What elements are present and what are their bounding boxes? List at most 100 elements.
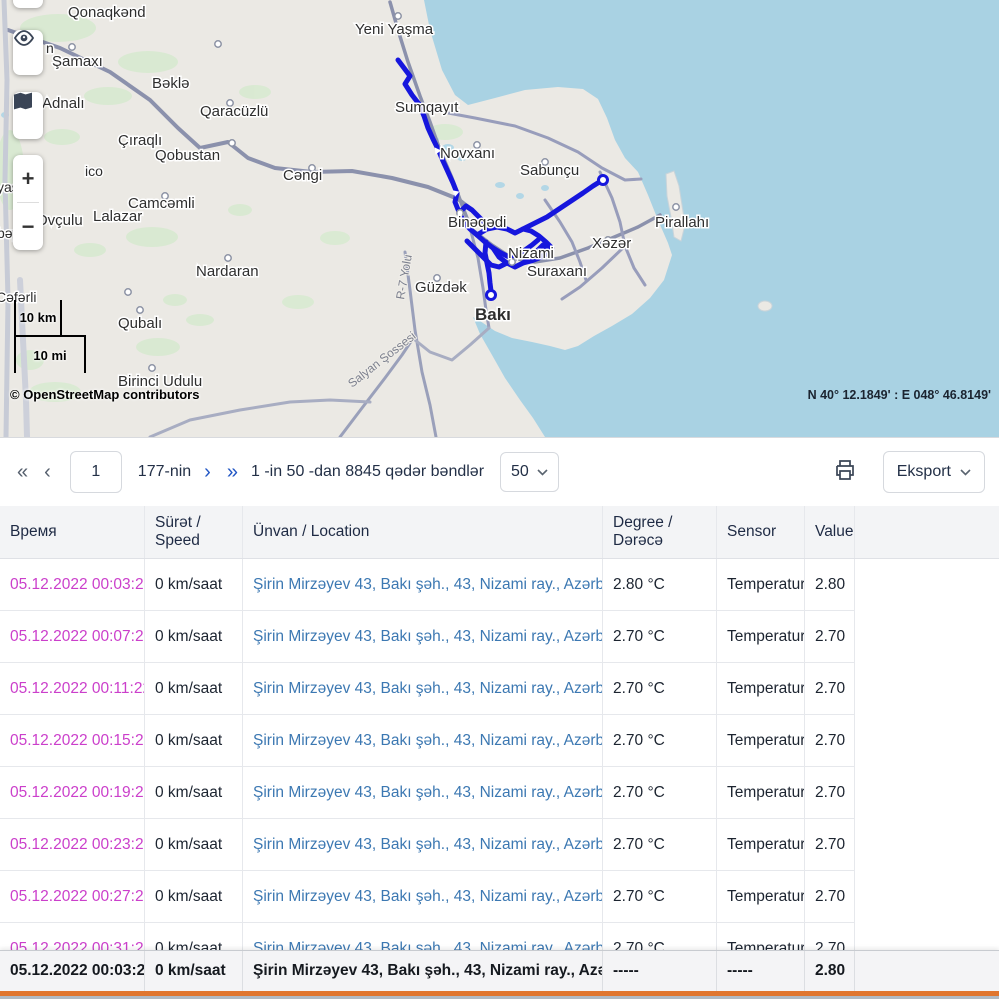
cutoff-button[interactable] <box>13 0 43 8</box>
cell-sensor: Temperatur <box>717 767 805 819</box>
cell-degree: 2.70 °C <box>603 611 717 663</box>
table-row[interactable]: 05.12.2022 00:11:220 km/saatŞirin Mirzəy… <box>0 663 999 715</box>
cell-location[interactable]: Şirin Mirzəyev 43, Bakı şəh., 43, Nizami… <box>243 871 603 923</box>
cell-location[interactable]: Şirin Mirzəyev 43, Bakı şəh., 43, Nizami… <box>243 611 603 663</box>
cell-value: 2.70 <box>805 611 855 663</box>
svg-text:Qaracüzlü: Qaracüzlü <box>200 103 268 120</box>
export-button[interactable]: Eksport <box>883 451 985 493</box>
cell-sensor: Temperatur <box>717 663 805 715</box>
print-button[interactable] <box>833 458 857 487</box>
cell-sensor: Temperatur <box>717 871 805 923</box>
cell-speed: 0 km/saat <box>145 559 243 611</box>
page-size-value: 50 <box>511 463 529 481</box>
cell-time[interactable]: 05.12.2022 00:23:24 <box>0 819 145 871</box>
cell-sensor: Temperatur <box>717 715 805 767</box>
table-body: 05.12.2022 00:03:200 km/saatŞirin Mirzəy… <box>0 559 999 975</box>
svg-text:Güzdək: Güzdək <box>415 279 467 296</box>
svg-text:Cəngi: Cəngi <box>283 167 322 184</box>
cell-time[interactable]: 05.12.2022 00:19:22 <box>0 767 145 819</box>
footer-value: 2.80 <box>805 951 855 991</box>
first-page-button[interactable]: « <box>14 461 31 484</box>
map-svg: QonaqkəndYeni YaşmaŞamaxıBəkləQaracüzlüA… <box>0 0 999 437</box>
page-size-select[interactable]: 50 <box>500 452 559 492</box>
visibility-button[interactable] <box>13 30 43 75</box>
svg-text:Xəzər: Xəzər <box>592 235 631 252</box>
footer-speed: 0 km/saat <box>145 951 243 991</box>
table-row[interactable]: 05.12.2022 00:19:220 km/saatŞirin Mirzəy… <box>0 767 999 819</box>
zoom-controls: + − <box>13 155 43 250</box>
prev-page-button[interactable]: ‹ <box>41 461 54 484</box>
footer-time: 05.12.2022 00:03:20 <box>0 951 145 991</box>
cell-value: 2.80 <box>805 559 855 611</box>
svg-text:Yeni Yaşma: Yeni Yaşma <box>355 21 434 38</box>
cell-time[interactable]: 05.12.2022 00:03:20 <box>0 559 145 611</box>
table-row[interactable]: 05.12.2022 00:27:240 km/saatŞirin Mirzəy… <box>0 871 999 923</box>
zoom-in-button[interactable]: + <box>13 155 43 202</box>
scale-bar-mi: 10 mi <box>14 335 86 373</box>
cell-sensor: Temperatur <box>717 559 805 611</box>
svg-text:Qonaqkənd: Qonaqkənd <box>68 4 146 21</box>
cell-time[interactable]: 05.12.2022 00:07:22 <box>0 611 145 663</box>
col-header-value: Value <box>805 506 855 558</box>
svg-text:Sabunçu: Sabunçu <box>520 162 579 179</box>
cell-filler <box>855 559 999 611</box>
cell-time[interactable]: 05.12.2022 00:27:24 <box>0 871 145 923</box>
cell-degree: 2.70 °C <box>603 871 717 923</box>
cell-speed: 0 km/saat <box>145 611 243 663</box>
tracking-app: QonaqkəndYeni YaşmaŞamaxıBəkləQaracüzlüA… <box>0 0 999 999</box>
cell-sensor: Temperatur <box>717 611 805 663</box>
cell-value: 2.70 <box>805 715 855 767</box>
small-island <box>758 301 772 311</box>
cell-location[interactable]: Şirin Mirzəyev 43, Bakı şəh., 43, Nizami… <box>243 559 603 611</box>
svg-text:Qobustan: Qobustan <box>155 147 220 164</box>
cell-speed: 0 km/saat <box>145 663 243 715</box>
cell-speed: 0 km/saat <box>145 767 243 819</box>
svg-text:Suraxanı: Suraxanı <box>527 263 587 280</box>
cell-sensor: Temperatur <box>717 819 805 871</box>
map-layers-button[interactable] <box>13 92 43 139</box>
cell-value: 2.70 <box>805 871 855 923</box>
table-row[interactable]: 05.12.2022 00:23:240 km/saatŞirin Mirzəy… <box>0 819 999 871</box>
cell-speed: 0 km/saat <box>145 871 243 923</box>
cell-time[interactable]: 05.12.2022 00:11:22 <box>0 663 145 715</box>
table-header: Время Sürət / Speed Ünvan / Location Deg… <box>0 506 999 559</box>
col-header-speed: Sürət / Speed <box>145 506 243 558</box>
cell-degree: 2.70 °C <box>603 715 717 767</box>
cell-location[interactable]: Şirin Mirzəyev 43, Bakı şəh., 43, Nizami… <box>243 819 603 871</box>
pinned-summary-row[interactable]: 05.12.2022 00:03:20 0 km/saat Şirin Mirz… <box>0 950 999 991</box>
table-row[interactable]: 05.12.2022 00:03:200 km/saatŞirin Mirzəy… <box>0 559 999 611</box>
records-summary: 1 -in 50 -dan 8845 qədər bəndlər <box>251 463 484 481</box>
cell-location[interactable]: Şirin Mirzəyev 43, Bakı şəh., 43, Nizami… <box>243 715 603 767</box>
zoom-out-button[interactable]: − <box>13 203 43 250</box>
cell-value: 2.70 <box>805 663 855 715</box>
cell-location[interactable]: Şirin Mirzəyev 43, Bakı şəh., 43, Nizami… <box>243 663 603 715</box>
svg-text:Bakı: Bakı <box>475 305 511 324</box>
svg-text:Ovçulu: Ovçulu <box>36 212 83 229</box>
footer-filler <box>855 951 999 991</box>
page-number-input[interactable] <box>70 451 122 493</box>
cell-location[interactable]: Şirin Mirzəyev 43, Bakı şəh., 43, Nizami… <box>243 767 603 819</box>
printer-icon <box>833 458 857 487</box>
cell-filler <box>855 663 999 715</box>
footer-sensor: ----- <box>717 951 805 991</box>
cursor-coordinates: N 40° 12.1849' : E 048° 46.8149' <box>808 388 991 402</box>
col-header-time: Время <box>0 506 145 558</box>
svg-text:n: n <box>46 40 54 56</box>
svg-text:Nardaran: Nardaran <box>196 263 259 280</box>
pagination-toolbar: « ‹ 177-nin › » 1 -in 50 -dan 8845 qədər… <box>0 438 999 506</box>
svg-text:Bəklə: Bəklə <box>152 75 190 92</box>
table-row[interactable]: 05.12.2022 00:07:220 km/saatŞirin Mirzəy… <box>0 611 999 663</box>
next-page-button[interactable]: › <box>201 461 214 484</box>
col-header-location: Ünvan / Location <box>243 506 603 558</box>
cell-value: 2.70 <box>805 819 855 871</box>
chevron-down-icon <box>537 469 548 476</box>
map-canvas[interactable]: QonaqkəndYeni YaşmaŞamaxıBəkləQaracüzlüA… <box>0 0 999 438</box>
table-row[interactable]: 05.12.2022 00:15:220 km/saatŞirin Mirzəy… <box>0 715 999 767</box>
export-label: Eksport <box>897 463 951 481</box>
cell-speed: 0 km/saat <box>145 819 243 871</box>
cell-time[interactable]: 05.12.2022 00:15:22 <box>0 715 145 767</box>
svg-text:Nizami: Nizami <box>508 245 554 262</box>
total-pages-label: 177-nin <box>138 463 191 481</box>
svg-text:Qubalı: Qubalı <box>118 315 162 332</box>
last-page-button[interactable]: » <box>224 461 241 484</box>
